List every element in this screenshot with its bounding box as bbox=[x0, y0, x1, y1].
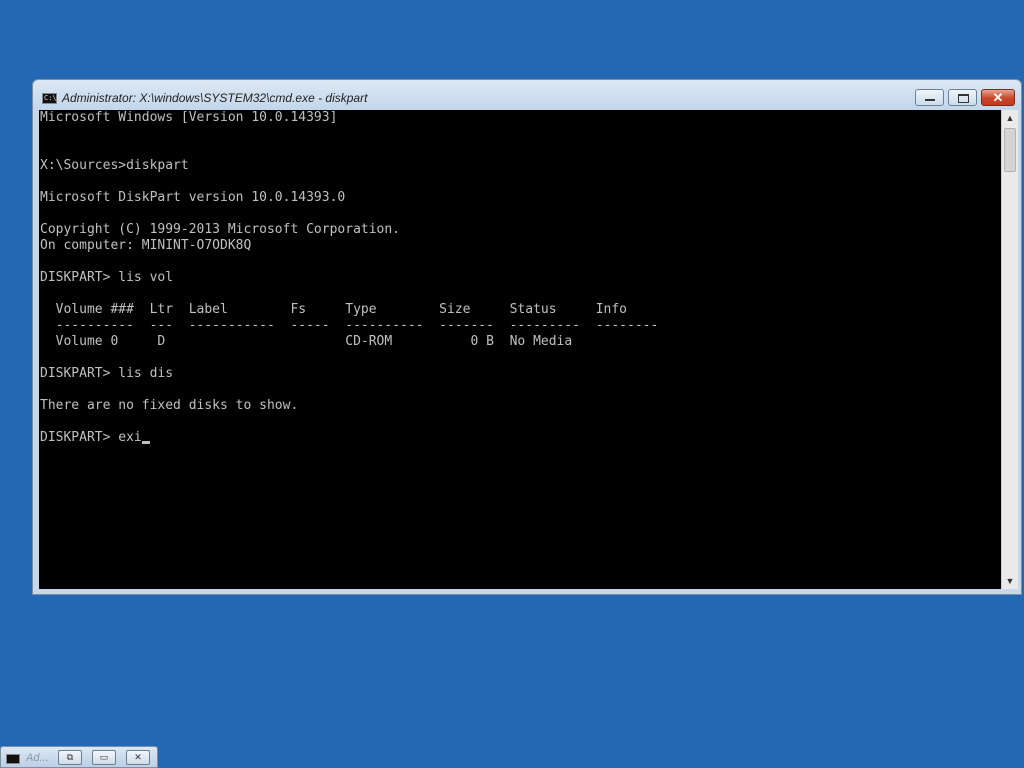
console-line: There are no fixed disks to show. bbox=[40, 398, 299, 413]
close-button[interactable]: ✕ bbox=[981, 89, 1015, 106]
window-title: Administrator: X:\windows\SYSTEM32\cmd.e… bbox=[62, 91, 368, 105]
scrollbar-thumb[interactable] bbox=[1004, 128, 1016, 172]
close-icon: ✕ bbox=[992, 90, 1004, 105]
minimized-window-tab[interactable]: Ad... ⧉ ▭ ✕ bbox=[0, 746, 158, 768]
maximize-icon: ▭ bbox=[99, 752, 109, 762]
console-line: ---------- --- ----------- ----- -------… bbox=[40, 318, 659, 333]
cmd-icon[interactable]: C:\ bbox=[42, 93, 57, 104]
minimized-window-label: Ad... bbox=[26, 752, 49, 764]
console-line: Copyright (C) 1999-2013 Microsoft Corpor… bbox=[40, 222, 401, 237]
console-line: Volume ### Ltr Label Fs Type Size Status… bbox=[40, 302, 627, 317]
console-prompt-line[interactable]: DISKPART> exi bbox=[40, 430, 142, 445]
minimize-icon bbox=[925, 99, 935, 101]
cmd-icon bbox=[6, 754, 20, 764]
console-line: Microsoft DiskPart version 10.0.14393.0 bbox=[40, 190, 346, 205]
console-line: DISKPART> lis dis bbox=[40, 366, 174, 381]
scroll-up-arrow-icon[interactable]: ▲ bbox=[1002, 110, 1018, 126]
close-icon: ✕ bbox=[134, 752, 142, 762]
vertical-scrollbar[interactable]: ▲ ▼ bbox=[1001, 110, 1018, 589]
console-line: Volume 0 D CD-ROM 0 B No Media bbox=[40, 334, 573, 349]
maximize-icon bbox=[958, 94, 969, 103]
text-cursor bbox=[141, 441, 150, 444]
console-output[interactable]: Microsoft Windows [Version 10.0.14393] X… bbox=[39, 110, 1001, 589]
scroll-down-arrow-icon[interactable]: ▼ bbox=[1002, 573, 1018, 589]
console-line: Microsoft Windows [Version 10.0.14393] bbox=[40, 110, 338, 125]
maximize-button[interactable]: ▭ bbox=[92, 750, 116, 765]
close-button[interactable]: ✕ bbox=[126, 750, 150, 765]
console-line: X:\Sources>diskpart bbox=[40, 158, 189, 173]
title-bar[interactable]: C:\ Administrator: X:\windows\SYSTEM32\c… bbox=[33, 80, 1021, 110]
restore-icon: ⧉ bbox=[66, 752, 74, 762]
console-line: DISKPART> lis vol bbox=[40, 270, 174, 285]
console-text: Microsoft Windows [Version 10.0.14393] X… bbox=[39, 110, 1001, 446]
cmd-window: C:\ Administrator: X:\windows\SYSTEM32\c… bbox=[32, 79, 1022, 595]
minimize-button[interactable] bbox=[915, 89, 944, 106]
restore-button[interactable]: ⧉ bbox=[58, 750, 82, 765]
console-line: On computer: MININT-O7ODK8Q bbox=[40, 238, 252, 253]
maximize-button[interactable] bbox=[948, 89, 977, 106]
